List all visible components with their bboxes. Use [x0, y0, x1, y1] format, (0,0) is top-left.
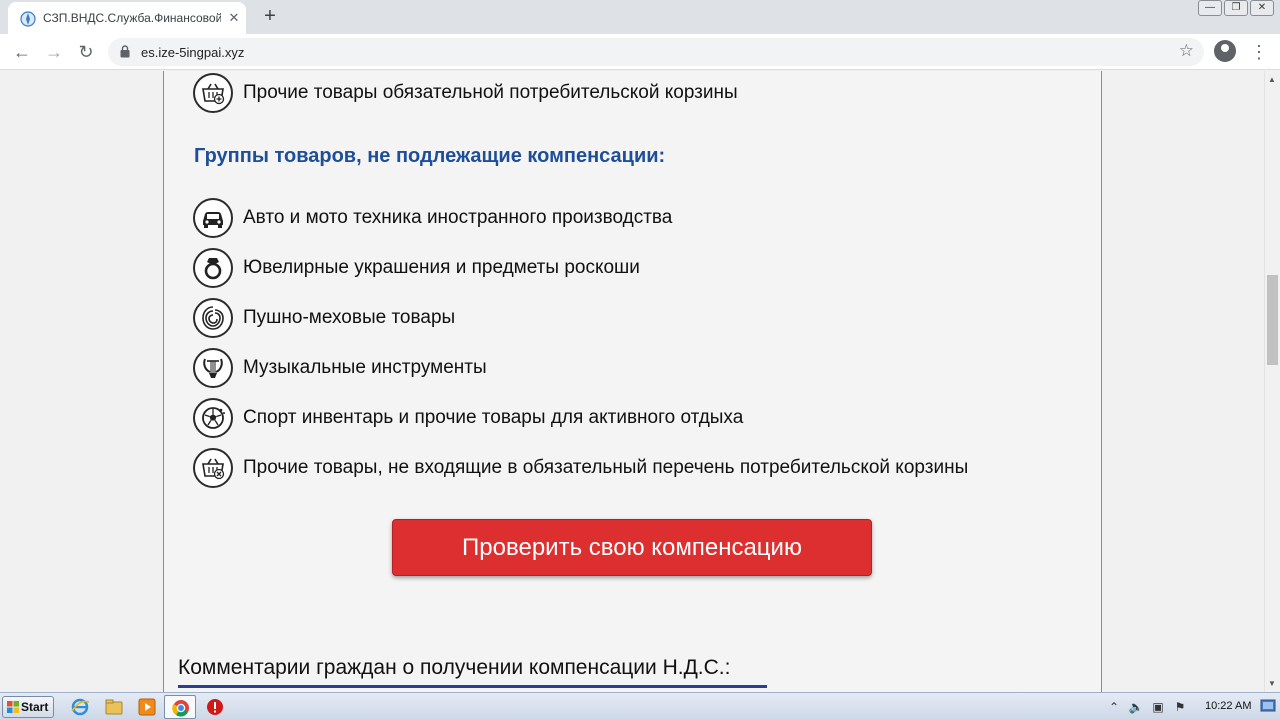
item-label: Ювелирные украшения и предметы роскоши — [243, 257, 640, 278]
scroll-down-arrow-icon[interactable]: ▼ — [1268, 679, 1276, 688]
stop-sign-icon[interactable] — [205, 697, 225, 717]
item-label: Музыкальные инструменты — [243, 357, 487, 378]
browser-tab[interactable]: СЗП.ВНДС.Служба.Финансовой.За ✕ — [8, 2, 246, 34]
system-tray: ⌃ 🔈 ▣ ⚑ — [1106, 697, 1188, 717]
windows-logo-icon — [7, 701, 19, 713]
chrome-taskbar-button[interactable] — [164, 695, 196, 719]
volume-icon[interactable]: 🔈 — [1128, 699, 1144, 715]
windows-taskbar: Start ⌃ 🔈 ▣ ⚑ 10:22 AM — [0, 692, 1280, 720]
scroll-thumb[interactable] — [1267, 275, 1278, 365]
site-favicon-icon — [20, 11, 36, 27]
scroll-up-arrow-icon[interactable]: ▲ — [1268, 75, 1276, 84]
reload-icon[interactable]: ↻ — [74, 40, 98, 64]
start-button[interactable]: Start — [2, 696, 54, 718]
lyre-icon — [193, 348, 233, 388]
fur-icon — [193, 298, 233, 338]
list-item: Прочие товары, не входящие в обязательны… — [193, 448, 968, 488]
close-window-button[interactable]: ✕ — [1250, 0, 1274, 16]
comments-heading: Комментарии граждан о получении компенса… — [178, 656, 731, 679]
basket-x-icon — [193, 448, 233, 488]
media-player-icon[interactable] — [137, 697, 157, 717]
item-label: Пушно-меховые товары — [243, 307, 456, 328]
tray-expand-icon[interactable]: ⌃ — [1106, 699, 1122, 715]
item-label: Спорт инвентарь и прочие товары для акти… — [243, 407, 744, 428]
heading-underline — [178, 685, 767, 688]
tab-title: СЗП.ВНДС.Служба.Финансовой.За — [43, 11, 221, 25]
basket-plus-icon — [193, 73, 233, 113]
browser-menu-icon[interactable]: ⋮ — [1250, 40, 1268, 64]
item-label: Авто и мото техника иностранного произво… — [243, 207, 673, 228]
window-controls: — ❐ ✕ — [1198, 0, 1274, 18]
new-tab-button[interactable]: + — [258, 5, 282, 29]
list-item: Спорт инвентарь и прочие товары для акти… — [193, 398, 743, 438]
item-label: Прочие товары обязательной потребительск… — [243, 82, 738, 103]
file-explorer-icon[interactable] — [104, 697, 124, 717]
page-viewport: Прочие товары обязательной потребительск… — [0, 71, 1264, 692]
network-icon[interactable]: ▣ — [1150, 699, 1166, 715]
vertical-scrollbar[interactable]: ▲ ▼ — [1264, 71, 1280, 692]
anyrun-watermark: ANY RUN — [1036, 683, 1243, 692]
minimize-button[interactable]: — — [1198, 0, 1222, 16]
chrome-icon — [172, 700, 189, 717]
forward-arrow-icon[interactable]: → — [42, 40, 66, 64]
list-item: Ювелирные украшения и предметы роскоши — [193, 248, 640, 288]
lock-icon — [120, 45, 130, 58]
check-compensation-button[interactable]: Проверить свою компенсацию — [392, 519, 872, 576]
url-text: es.ize-5ingpai.xyz — [141, 45, 245, 60]
show-desktop-icon[interactable] — [1260, 696, 1276, 716]
ring-icon — [193, 248, 233, 288]
tab-strip: СЗП.ВНДС.Служба.Финансовой.За ✕ + — ❐ ✕ — [0, 0, 1280, 34]
car-icon — [193, 198, 233, 238]
start-label: Start — [21, 700, 49, 714]
bookmark-star-icon[interactable]: ☆ — [1179, 41, 1194, 61]
restore-button[interactable]: ❐ — [1224, 0, 1248, 16]
browser-toolbar: ← → ↻ es.ize-5ingpai.xyz ☆ — [0, 34, 1280, 70]
internet-explorer-icon[interactable] — [70, 697, 90, 717]
list-item: Прочие товары обязательной потребительск… — [193, 73, 738, 113]
main-content: Прочие товары обязательной потребительск… — [163, 71, 1102, 692]
profile-avatar-icon[interactable] — [1214, 40, 1236, 62]
item-label: Прочие товары, не входящие в обязательны… — [243, 457, 969, 478]
tab-close-icon[interactable]: ✕ — [226, 10, 242, 26]
list-item: Пушно-меховые товары — [193, 298, 455, 338]
section-heading: Группы товаров, не подлежащие компенсаци… — [194, 145, 666, 167]
taskbar-clock[interactable]: 10:22 AM — [1205, 700, 1251, 712]
list-item: Авто и мото техника иностранного произво… — [193, 198, 672, 238]
back-arrow-icon[interactable]: ← — [10, 40, 34, 64]
address-bar[interactable]: es.ize-5ingpai.xyz ☆ — [108, 38, 1204, 66]
soccer-ball-icon — [193, 398, 233, 438]
list-item: Музыкальные инструменты — [193, 348, 487, 388]
action-center-flag-icon[interactable]: ⚑ — [1172, 699, 1188, 715]
